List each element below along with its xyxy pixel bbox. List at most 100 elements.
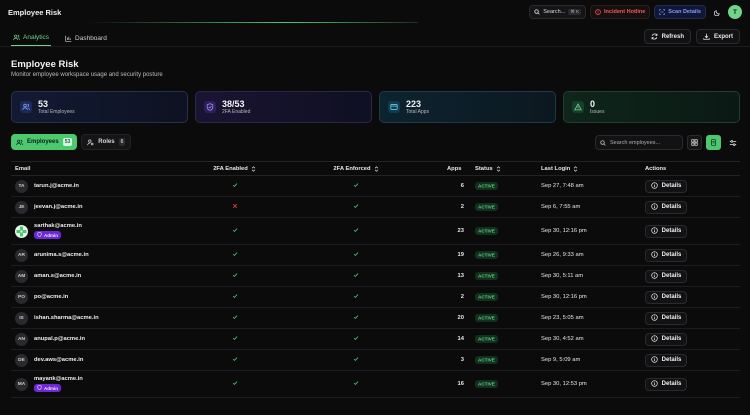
table-row[interactable]: AM aman.s@acme.in 13 ACTIVE Sep 30, 5:11… — [11, 266, 740, 287]
total-employees-label: Total Employees — [38, 108, 75, 115]
check-icon — [232, 335, 238, 343]
employee-search-placeholder: Search employees... — [610, 139, 661, 146]
table-row[interactable]: IS ishan.sharma@acme.in 20 ACTIVE Sep 23… — [11, 308, 740, 329]
avatar: MA — [15, 377, 28, 391]
shield-icon — [37, 232, 42, 238]
users-icon — [20, 101, 32, 113]
details-button[interactable]: Details — [645, 353, 687, 367]
col-actions: Actions — [645, 166, 740, 172]
details-label: Details — [661, 336, 682, 342]
details-label: Details — [661, 357, 682, 363]
2fa-enabled-cell — [183, 272, 286, 280]
app-window-icon — [388, 101, 400, 113]
2fa-enabled-cell — [183, 314, 286, 322]
filter-settings-button[interactable] — [725, 135, 740, 150]
check-icon — [232, 182, 238, 190]
details-button[interactable]: Details — [645, 179, 687, 193]
sort-icon — [251, 165, 256, 172]
details-button[interactable]: Details — [645, 311, 687, 325]
details-button[interactable]: Details — [645, 377, 687, 391]
col-email[interactable]: Email — [11, 166, 183, 172]
table-row[interactable]: TA tarun.j@acme.in 6 ACTIVE Sep 27, 7:48… — [11, 176, 740, 197]
details-button[interactable]: Details — [645, 224, 687, 238]
table-row[interactable]: AN anupal.p@acme.in 14 ACTIVE Sep 30, 4:… — [11, 329, 740, 350]
global-search-button[interactable]: Search... ⌘ K — [529, 5, 587, 19]
last-login: Sep 6, 7:55 am — [541, 204, 581, 210]
2fa-enabled-value: 38/53 — [222, 98, 245, 109]
col-status[interactable]: Status — [464, 166, 541, 172]
employee-email: anupal.p@acme.in — [34, 336, 86, 342]
table-row[interactable]: PO po@acme.in 2 ACTIVE Sep 30, 12:16 pm — [11, 287, 740, 308]
employee-email: arunima.s@acme.in — [34, 252, 89, 258]
table-row[interactable]: JE jeevan.j@acme.in 2 ACTIVE Sep 6, 7:55… — [11, 197, 740, 218]
status-cell: ACTIVE — [464, 226, 541, 235]
status-cell: ACTIVE — [464, 250, 541, 259]
users-icon — [16, 139, 23, 145]
status-badge: ACTIVE — [475, 181, 498, 190]
col-email-label: Email — [15, 165, 31, 172]
details-label: Details — [661, 381, 682, 387]
table-row[interactable]: MA mayank@acme.in Admin 16 ACTIVE Sep 30… — [11, 371, 740, 398]
theme-toggle-button[interactable] — [710, 5, 724, 19]
status-cell: ACTIVE — [464, 202, 541, 211]
employees-tab-button[interactable]: Employees 53 — [11, 134, 78, 150]
col-2fa-enabled[interactable]: 2FA Enabled — [183, 166, 286, 172]
refresh-button[interactable]: Refresh — [643, 29, 691, 44]
users-icon — [13, 34, 20, 41]
details-button[interactable]: Details — [645, 248, 687, 262]
col-last-login[interactable]: Last Login — [541, 166, 645, 172]
col-apps[interactable]: Apps — [426, 166, 464, 172]
email-cell: sarthak@acme.in Admin — [11, 223, 183, 239]
check-icon — [353, 380, 359, 388]
tab-dashboard[interactable]: Dashboard — [63, 30, 109, 46]
tab-analytics[interactable]: Analytics — [11, 30, 52, 46]
export-button[interactable]: Export — [695, 29, 740, 44]
admin-label: Admin — [44, 385, 58, 391]
table-row[interactable]: AR arunima.s@acme.in 19 ACTIVE Sep 26, 9… — [11, 245, 740, 266]
roles-tab-button[interactable]: Roles 6 — [81, 134, 132, 150]
2fa-enabled-cell — [183, 203, 286, 211]
last-login: Sep 30, 12:16 pm — [541, 228, 587, 234]
employee-search-input[interactable]: Search employees... — [595, 135, 683, 150]
employee-email: sarthak@acme.in — [34, 223, 82, 229]
actions-cell: Details — [645, 377, 740, 391]
stat-card-2fa-enabled: 38/53 2FA Enabled — [195, 91, 372, 123]
details-button[interactable]: Details — [645, 200, 687, 214]
2fa-enabled-cell — [183, 335, 286, 343]
2fa-enforced-cell — [286, 335, 426, 343]
sliders-icon — [729, 139, 736, 146]
roles-count-badge: 6 — [118, 138, 126, 146]
avatar: AR — [15, 248, 28, 262]
employee-email: dev.aws@acme.in — [34, 357, 84, 363]
scan-details-button[interactable]: Scan Details — [654, 5, 706, 19]
incident-hotline-button[interactable]: Incident Hotline — [590, 5, 651, 19]
apps-count: 19 — [457, 252, 464, 258]
tabs-divider — [0, 46, 750, 47]
details-button[interactable]: Details — [645, 269, 687, 283]
table-row[interactable]: DE dev.aws@acme.in 3 ACTIVE Sep 9, 5:09 … — [11, 350, 740, 371]
apps-count: 2 — [460, 294, 464, 300]
details-label: Details — [661, 315, 682, 321]
stat-card-total-apps: 223 Total Apps — [379, 91, 556, 123]
employees-count-badge: 53 — [62, 138, 73, 146]
user-avatar[interactable]: T — [728, 5, 742, 19]
table-row[interactable]: sarthak@acme.in Admin 23 ACTIVE Sep 30, … — [11, 218, 740, 245]
col-2fa-enforced[interactable]: 2FA Enforced — [286, 166, 426, 172]
last-login: Sep 9, 5:09 am — [541, 357, 581, 363]
details-button[interactable]: Details — [645, 332, 687, 346]
roles-tab-label: Roles — [98, 139, 115, 145]
status-cell: ACTIVE — [464, 313, 541, 322]
details-button[interactable]: Details — [645, 290, 687, 304]
refresh-label: Refresh — [661, 33, 684, 40]
actions-cell: Details — [645, 290, 740, 304]
info-icon — [651, 271, 658, 281]
2fa-enabled-cell — [183, 356, 286, 364]
grid-view-button[interactable] — [687, 135, 702, 150]
info-icon — [651, 202, 658, 212]
list-view-button[interactable] — [706, 135, 721, 150]
check-icon — [232, 272, 238, 280]
avatar: DE — [15, 353, 28, 367]
email-cell: DE dev.aws@acme.in — [11, 353, 183, 367]
details-label: Details — [661, 252, 682, 258]
employee-email: tarun.j@acme.in — [34, 183, 79, 189]
